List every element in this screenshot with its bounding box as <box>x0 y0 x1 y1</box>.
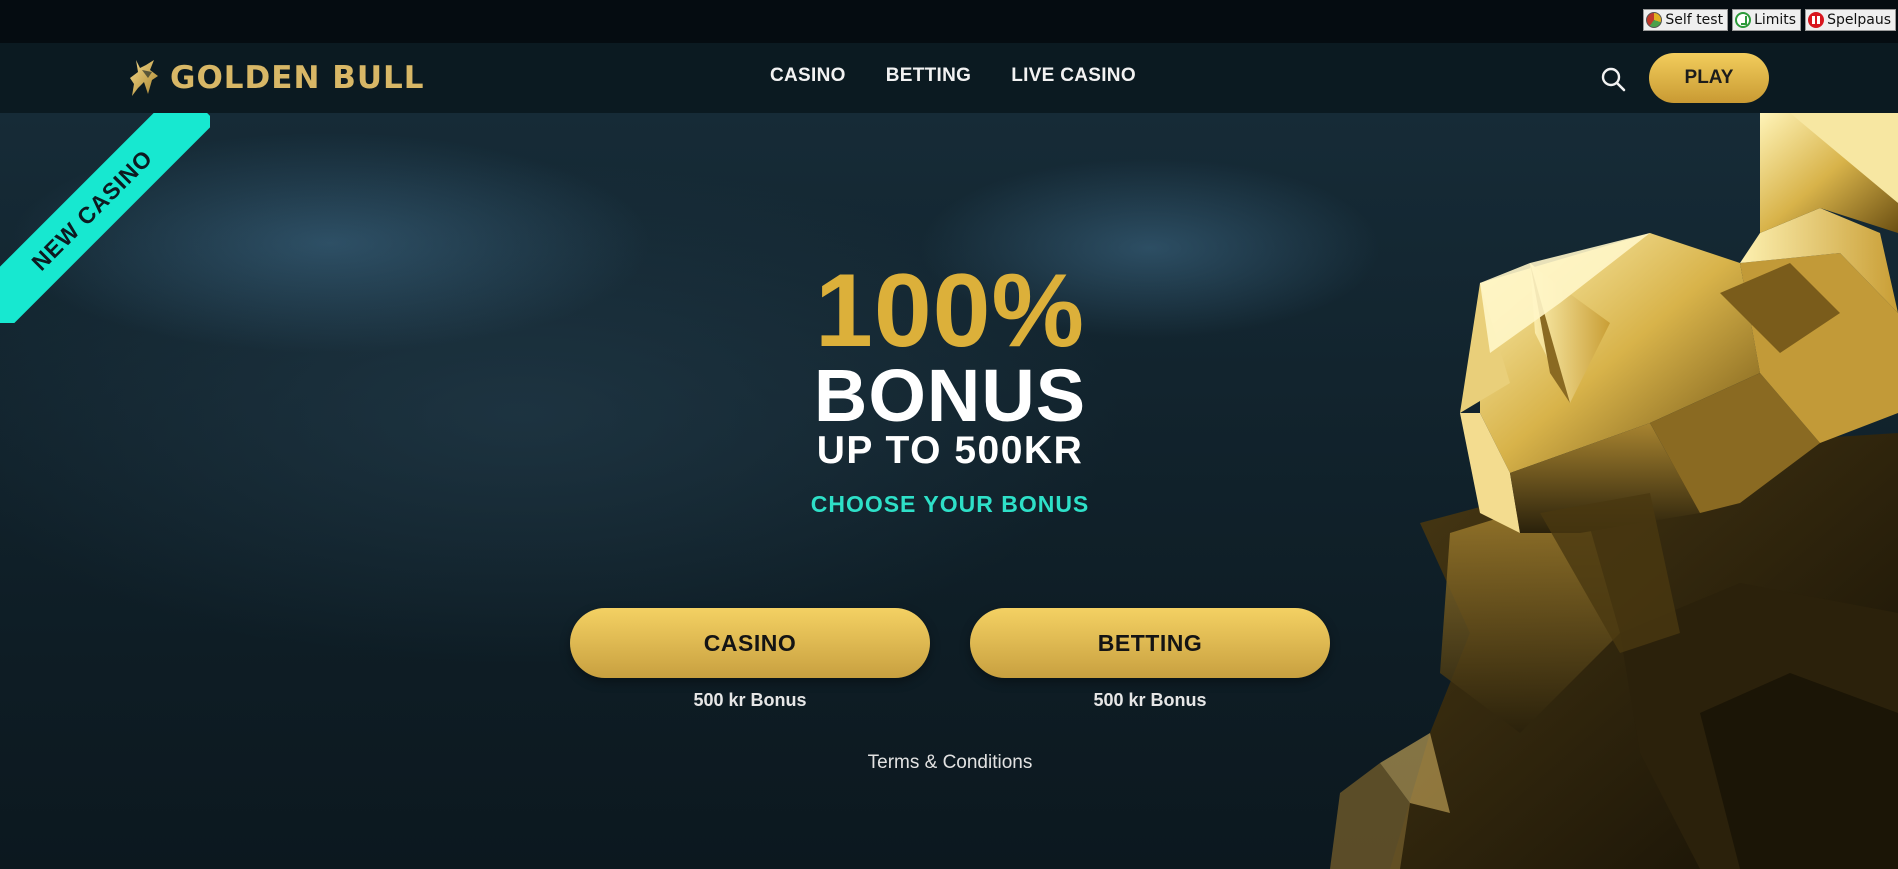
bull-logo-icon <box>130 60 158 96</box>
spelpaus-button[interactable]: Spelpaus <box>1805 9 1896 31</box>
self-test-label: Self test <box>1665 12 1724 28</box>
limits-label: Limits <box>1754 12 1797 28</box>
promo-upto: UP TO 500KR <box>816 429 1084 472</box>
nav-casino[interactable]: CASINO <box>770 65 846 87</box>
casino-offer: CASINO 500 kr Bonus <box>570 608 930 711</box>
responsible-gaming-bar: Self test Limits Spelpaus <box>0 0 1898 43</box>
limits-button[interactable]: Limits <box>1732 9 1802 31</box>
logo[interactable]: GOLDEN BULL <box>128 53 425 103</box>
limits-icon <box>1735 12 1752 28</box>
spelpaus-label: Spelpaus <box>1827 12 1891 28</box>
casino-bonus-button[interactable]: CASINO <box>570 608 930 678</box>
play-button[interactable]: PLAY <box>1649 53 1769 103</box>
betting-bonus-button[interactable]: BETTING <box>970 608 1330 678</box>
nav-live-casino[interactable]: LIVE CASINO <box>1011 65 1136 87</box>
ribbon-label: NEW CASINO <box>26 144 158 276</box>
logo-text: GOLDEN BULL <box>170 60 425 96</box>
nav-links: CASINO BETTING LIVE CASINO <box>770 65 1136 87</box>
main-nav: GOLDEN BULL CASINO BETTING LIVE CASINO P… <box>0 43 1898 113</box>
new-casino-ribbon: NEW CASINO <box>0 113 210 323</box>
betting-offer: BETTING 500 kr Bonus <box>970 608 1330 711</box>
bonus-promo: 100% BONUS UP TO 500KR CHOOSE YOUR BONUS <box>700 253 1200 518</box>
hero-banner: NEW CASINO 100% BONUS UP TO 500KR CHOOSE… <box>0 113 1898 869</box>
rg-buttons: Self test Limits Spelpaus <box>1643 9 1896 31</box>
nav-betting[interactable]: BETTING <box>886 65 972 87</box>
promo-percent: 100% <box>815 253 1085 369</box>
spelpaus-pause-icon <box>1808 12 1825 28</box>
casino-bonus-amount: 500 kr Bonus <box>693 690 807 710</box>
self-test-icon <box>1646 12 1663 28</box>
golden-bull-image <box>1330 113 1898 869</box>
search-icon[interactable] <box>1600 66 1626 92</box>
promo-bonus: BONUS <box>813 354 1087 437</box>
betting-bonus-amount: 500 kr Bonus <box>1093 690 1207 710</box>
choose-bonus-label: CHOOSE YOUR BONUS <box>810 491 1090 517</box>
terms-link[interactable]: Terms & Conditions <box>850 752 1050 774</box>
self-test-button[interactable]: Self test <box>1643 9 1729 31</box>
